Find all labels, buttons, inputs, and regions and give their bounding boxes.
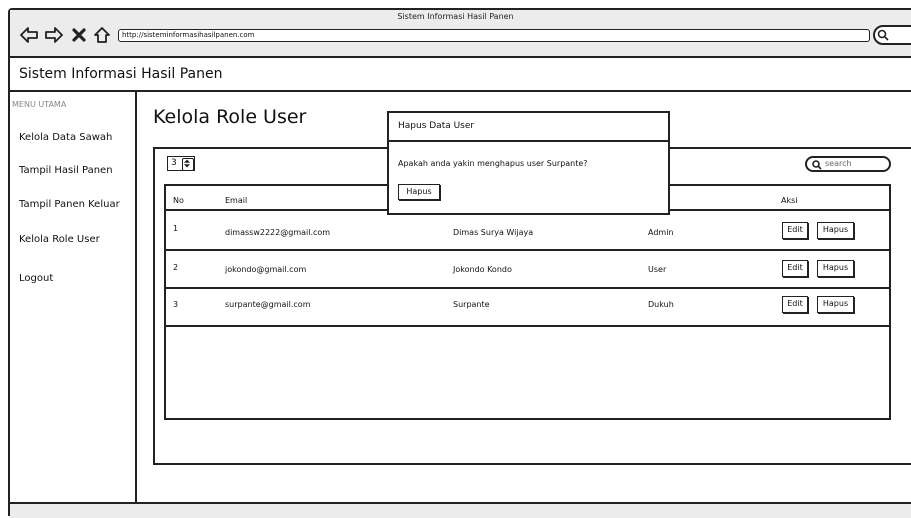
home-icon[interactable]: [93, 26, 111, 44]
search-icon: [812, 160, 822, 170]
edit-button[interactable]: Edit: [782, 222, 808, 239]
app-title: Sistem Informasi Hasil Panen: [19, 66, 223, 82]
page-title: Kelola Role User: [153, 106, 307, 128]
sidebar-item-kelola-data-sawah[interactable]: Kelola Data Sawah: [19, 132, 112, 143]
row-divider: [164, 287, 891, 289]
url-bar[interactable]: http://sisteminformasihasilpanen.com: [118, 29, 870, 42]
browser-search-field[interactable]: [873, 25, 911, 45]
edit-button[interactable]: Edit: [782, 260, 808, 277]
sidebar-item-logout[interactable]: Logout: [19, 273, 53, 284]
close-icon[interactable]: [70, 26, 88, 44]
sidebar: [10, 92, 137, 502]
row-divider: [164, 249, 891, 251]
forward-arrow-icon[interactable]: [45, 26, 63, 44]
column-header-email: Email: [225, 196, 248, 205]
cell-role: Admin: [648, 228, 674, 237]
menu-caption: MENU UTAMA: [12, 100, 67, 109]
status-bar: [10, 502, 911, 518]
cell-email: jokondo@gmail.com: [225, 265, 307, 274]
stepper-arrows-icon[interactable]: [182, 158, 194, 171]
cell-email: surpante@gmail.com: [225, 300, 311, 309]
delete-button[interactable]: Hapus: [817, 222, 854, 239]
search-icon: [877, 29, 889, 41]
delete-button[interactable]: Hapus: [817, 296, 854, 313]
delete-button[interactable]: Hapus: [817, 260, 854, 277]
cell-no: 2: [173, 263, 179, 272]
sidebar-item-kelola-role-user[interactable]: Kelola Role User: [19, 234, 100, 245]
cell-no: 3: [173, 300, 179, 309]
cell-name: Surpante: [453, 300, 490, 309]
cell-role: Dukuh: [648, 300, 674, 309]
edit-button[interactable]: Edit: [782, 296, 808, 313]
back-arrow-icon[interactable]: [20, 26, 38, 44]
confirm-delete-button[interactable]: Hapus: [398, 184, 440, 200]
column-header-no: No: [173, 196, 184, 205]
dialog-message: Apakah anda yakin menghapus user Surpant…: [398, 159, 588, 168]
page-size-stepper[interactable]: 3: [167, 156, 195, 171]
window-title: Sistem Informasi Hasil Panen: [397, 12, 514, 21]
sidebar-item-tampil-hasil-panen[interactable]: Tampil Hasil Panen: [19, 165, 113, 176]
page-size-value: 3: [171, 158, 177, 168]
cell-role: User: [648, 265, 667, 274]
dialog-title: Hapus Data User: [398, 121, 475, 131]
cell-name: Jokondo Kondo: [453, 265, 512, 274]
cell-name: Dimas Surya Wijaya: [453, 228, 534, 237]
column-header-aksi: Aksi: [781, 196, 798, 205]
cell-no: 1: [173, 224, 179, 233]
row-divider: [164, 325, 891, 327]
search-input[interactable]: search: [805, 156, 891, 172]
cell-email: dimassw2222@gmail.com: [225, 228, 331, 237]
sidebar-item-tampil-panen-keluar[interactable]: Tampil Panen Keluar: [19, 199, 120, 210]
